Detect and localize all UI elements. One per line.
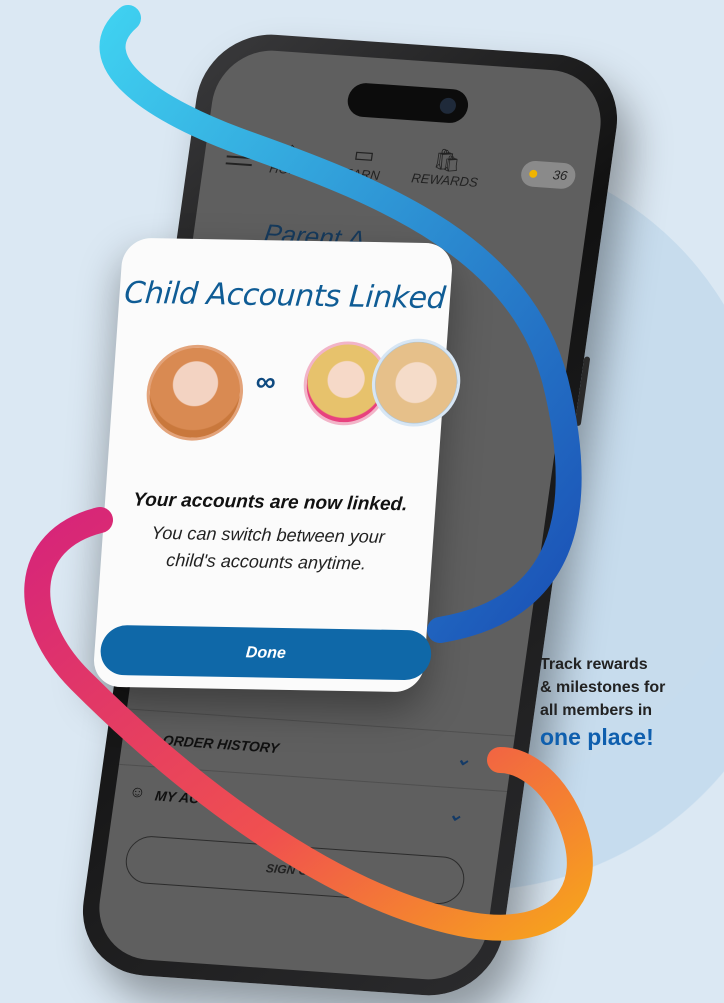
marketing-stage: ⌂ HOME ▭ EARN 🛍 REWARDS 36 Parent A ORDE… <box>0 0 724 1003</box>
promo-line3: all members in <box>540 702 653 719</box>
sign-out-button[interactable]: SIGN OUT <box>122 834 468 906</box>
home-icon: ⌂ <box>283 136 301 163</box>
dialog-title: Child Accounts Linked <box>123 275 447 317</box>
menu-icon[interactable] <box>225 144 255 172</box>
done-button[interactable]: Done <box>98 624 433 681</box>
nav-home[interactable]: ⌂ HOME <box>268 137 312 178</box>
smiley-icon: ☺ <box>128 783 147 802</box>
link-icon: ∞ <box>254 365 277 398</box>
points-badge[interactable]: 36 <box>519 160 578 190</box>
dialog-message-line1: You can switch between your <box>150 522 386 547</box>
nav-rewards-label: REWARDS <box>410 170 479 190</box>
nav-earn-label: EARN <box>342 165 381 184</box>
earn-icon: ▭ <box>352 141 377 168</box>
dialog-message-strong: Your accounts are now linked. <box>132 489 409 516</box>
promo-tagline: Track rewards & milestones for all membe… <box>540 653 720 722</box>
nav-rewards[interactable]: 🛍 REWARDS <box>410 147 482 190</box>
coin-icon <box>528 169 538 179</box>
nav-home-label: HOME <box>268 160 310 179</box>
nav-earn[interactable]: ▭ EARN <box>342 141 384 184</box>
dialog-message: You can switch between your child's acco… <box>120 519 414 578</box>
linked-dialog: Child Accounts Linked ∞ Your accounts ar… <box>92 237 464 693</box>
chevron-down-icon: ⌄ <box>454 748 473 770</box>
camera-icon <box>438 97 458 115</box>
points-value: 36 <box>551 167 569 184</box>
promo-line1: Track rewards <box>540 656 648 673</box>
promo-line2: & milestones for <box>540 679 666 696</box>
my-activity-label: MY ACTIVI <box>153 787 227 809</box>
promo-highlight: one place! <box>540 724 654 750</box>
order-history-label: ORDER HISTORY <box>161 731 281 756</box>
chevron-down-icon: ⌄ <box>446 803 465 825</box>
parent-avatar <box>143 344 247 442</box>
dialog-message-line2: child's accounts anytime. <box>165 550 367 574</box>
dynamic-island <box>345 82 471 125</box>
